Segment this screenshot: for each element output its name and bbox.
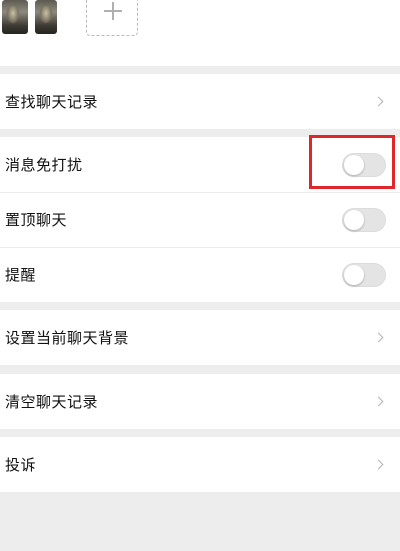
remind-toggle[interactable] <box>342 262 386 287</box>
clear-chat-history-row[interactable]: 清空聊天记录 <box>0 374 400 429</box>
page-background <box>0 492 400 551</box>
report-group: 投诉 <box>0 437 400 492</box>
search-chat-history-row[interactable]: 查找聊天记录 <box>0 74 400 129</box>
remind-row[interactable]: 提醒 <box>0 247 400 302</box>
set-background-label: 设置当前聊天背景 <box>5 329 130 347</box>
search-chat-history-label: 查找聊天记录 <box>5 93 99 111</box>
chevron-right-icon <box>373 332 384 343</box>
chevron-right-icon <box>373 96 384 107</box>
set-background-row[interactable]: 设置当前聊天背景 <box>0 310 400 365</box>
remind-label: 提醒 <box>5 266 37 284</box>
pin-chat-label: 置顶聊天 <box>5 211 68 229</box>
toggle-knob <box>344 209 364 230</box>
add-member-button[interactable] <box>86 0 138 36</box>
clear-chat-history-label: 清空聊天记录 <box>5 393 99 411</box>
member-avatar[interactable] <box>35 0 57 34</box>
member-avatar[interactable] <box>2 0 28 34</box>
report-label: 投诉 <box>5 456 37 474</box>
pin-chat-row[interactable]: 置顶聊天 <box>0 192 400 247</box>
chevron-right-icon <box>373 459 384 470</box>
search-group: 查找聊天记录 <box>0 74 400 129</box>
do-not-disturb-label: 消息免打扰 <box>5 156 83 174</box>
background-group: 设置当前聊天背景 <box>0 310 400 365</box>
highlight-annotation <box>309 135 395 189</box>
pin-chat-toggle[interactable] <box>342 207 386 232</box>
report-row[interactable]: 投诉 <box>0 437 400 492</box>
clear-history-group: 清空聊天记录 <box>0 374 400 429</box>
group-members-strip <box>0 0 400 66</box>
chevron-right-icon <box>373 396 384 407</box>
toggle-knob <box>344 264 364 285</box>
